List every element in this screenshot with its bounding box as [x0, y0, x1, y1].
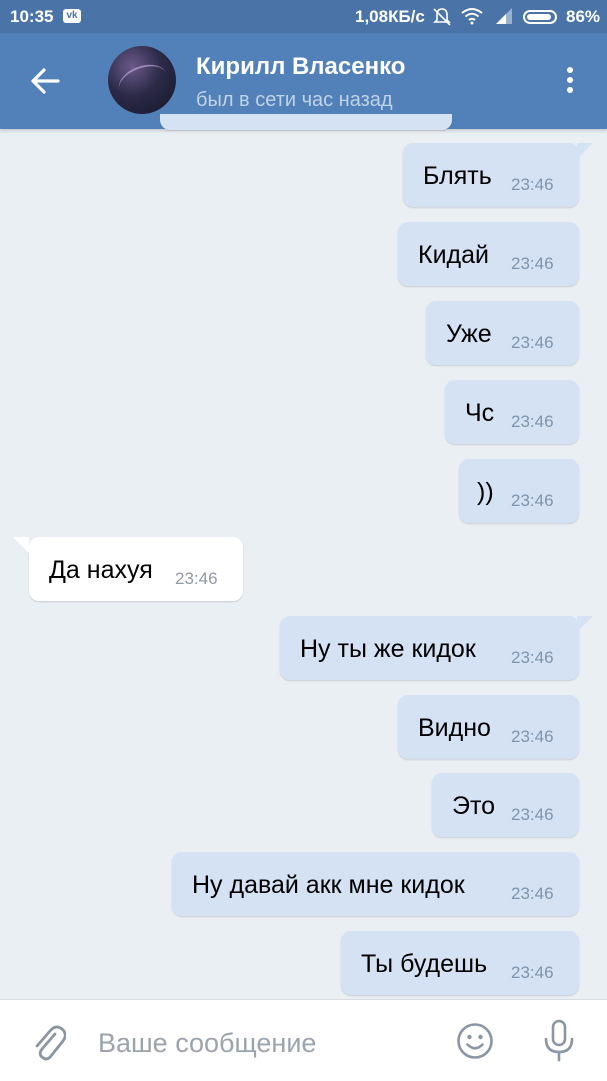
- message-time: 23:46: [175, 569, 218, 588]
- message-text: Ты будешь: [361, 950, 488, 978]
- message-time: 23:46: [511, 727, 554, 746]
- message-text: Видно: [418, 714, 491, 742]
- smile-icon[interactable]: [456, 1022, 494, 1060]
- message-bubble[interactable]: Кидай 23:46: [398, 222, 579, 286]
- bubble-tail: [13, 537, 29, 553]
- message-bubble[interactable]: Ну давай акк мне кидок 23:46: [172, 852, 579, 916]
- message-bubble[interactable]: Да нахуя 23:46: [13, 537, 243, 601]
- bubble-tail: [577, 616, 593, 632]
- status-time: 10:35: [10, 7, 54, 26]
- message-bubble[interactable]: Это 23:46: [432, 773, 579, 837]
- message-bubble-partial: [160, 114, 452, 130]
- message-text: Уже: [446, 320, 492, 348]
- message-bubble[interactable]: Ну ты же кидок 23:46: [280, 616, 593, 680]
- bubble-tail: [577, 143, 593, 159]
- message-time: 23:46: [511, 333, 554, 352]
- wifi-icon: [461, 7, 483, 30]
- message-text: )): [477, 478, 494, 506]
- vk-icon: vk: [63, 9, 81, 23]
- message-text: Ну давай акк мне кидок: [192, 871, 465, 899]
- message-text: Чс: [465, 399, 495, 427]
- message-bubble[interactable]: )) 23:46: [459, 459, 579, 523]
- message-time: 23:46: [511, 805, 554, 824]
- message-text: Да нахуя: [49, 556, 153, 584]
- contact-name[interactable]: Кирилл Власенко: [196, 53, 405, 81]
- battery-icon: [523, 10, 557, 24]
- message-text: Это: [452, 792, 496, 820]
- mic-icon[interactable]: [540, 1018, 578, 1064]
- mute-icon: [432, 7, 452, 32]
- message-bubble[interactable]: Чс 23:46: [445, 380, 579, 444]
- message-text: Ну ты же кидок: [300, 635, 476, 663]
- message-text: Кидай: [418, 241, 489, 269]
- avatar[interactable]: [108, 46, 176, 114]
- message-bubble[interactable]: Уже 23:46: [426, 301, 579, 365]
- message-text: Блять: [423, 162, 492, 190]
- message-bubble[interactable]: Блять 23:46: [403, 143, 593, 207]
- net-speed: 1,08КБ/с: [355, 7, 425, 26]
- status-bar: 10:35 vk 1,08КБ/с 86%: [0, 0, 607, 33]
- message-time: 23:46: [511, 254, 554, 273]
- attach-icon[interactable]: [30, 1022, 67, 1062]
- message-bubble[interactable]: Видно 23:46: [398, 695, 579, 759]
- message-bubble[interactable]: Ты будешь 23:46: [341, 931, 579, 995]
- message-time: 23:46: [511, 648, 554, 667]
- battery-percent: 86%: [566, 7, 601, 26]
- message-time: 23:46: [511, 963, 554, 982]
- message-time: 23:46: [511, 412, 554, 431]
- message-composer: [0, 999, 607, 1081]
- more-vert-icon[interactable]: [560, 67, 580, 97]
- signal-icon: [494, 7, 514, 30]
- message-time: 23:46: [511, 491, 554, 510]
- message-time: 23:46: [511, 175, 554, 194]
- back-arrow-icon[interactable]: [28, 63, 68, 99]
- last-seen-status: был в сети час назад: [196, 89, 393, 111]
- message-time: 23:46: [511, 884, 554, 903]
- message-input[interactable]: [96, 1024, 430, 1062]
